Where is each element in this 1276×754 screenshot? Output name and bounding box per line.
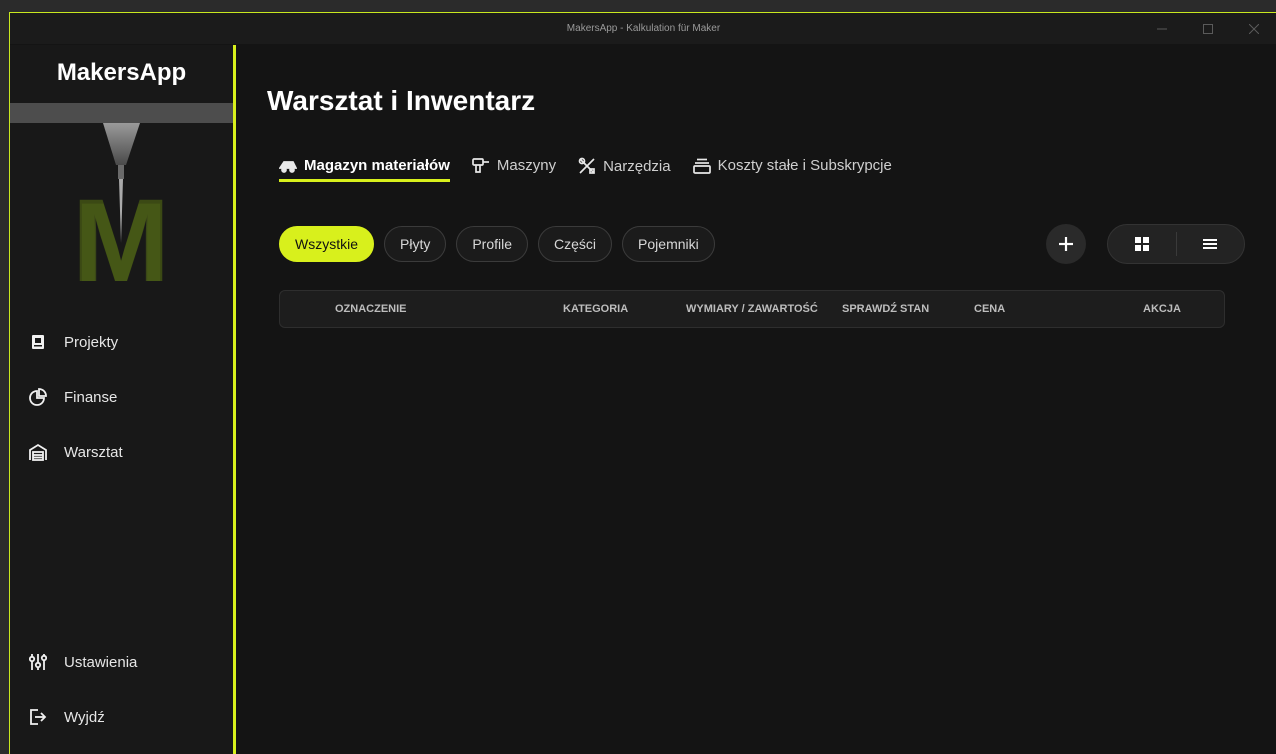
- filter-chips: Wszystkie Płyty Profile Części Pojemniki: [279, 226, 725, 262]
- brand-logo: M M: [10, 103, 233, 283]
- filter-pojemniki[interactable]: Pojemniki: [622, 226, 715, 262]
- tab-koszty[interactable]: Koszty stałe i Subskrypcje: [692, 157, 892, 182]
- drill-icon: [472, 157, 490, 174]
- filter-profile[interactable]: Profile: [456, 226, 529, 262]
- window-title: MakersApp - Kalkulation für Maker: [566, 23, 721, 34]
- title-bar[interactable]: MakersApp - Kalkulation für Maker: [10, 13, 1276, 44]
- maximize-button[interactable]: [1185, 13, 1231, 44]
- main-content: Warsztat i Inwentarz Magazyn materiałów …: [236, 45, 1276, 754]
- grid-view-button[interactable]: [1108, 225, 1176, 263]
- logout-icon: [28, 707, 48, 727]
- garage-icon: [28, 442, 48, 462]
- list-icon: [1203, 239, 1218, 249]
- minimize-icon: [1157, 28, 1167, 29]
- stack-icon: [692, 158, 711, 174]
- sidebar-item-finanse[interactable]: Finanse: [28, 385, 117, 409]
- maximize-icon: [1203, 23, 1213, 34]
- tab-label: Koszty stałe i Subskrypcje: [717, 157, 892, 174]
- sidebar-item-label: Wyjdź: [64, 708, 105, 726]
- close-button[interactable]: [1231, 13, 1276, 44]
- add-button[interactable]: [1046, 224, 1086, 264]
- sidebar-item-ustawienia[interactable]: Ustawienia: [28, 650, 137, 674]
- window-controls: [1139, 13, 1276, 44]
- column-header-akcja[interactable]: AKCJA: [1143, 291, 1181, 327]
- close-icon: [1249, 23, 1259, 34]
- tab-magazyn[interactable]: Magazyn materiałów: [279, 157, 450, 182]
- notebook-icon: [28, 332, 48, 352]
- filter-czesci[interactable]: Części: [538, 226, 613, 262]
- page-title: Warsztat i Inwentarz: [267, 85, 536, 116]
- plus-icon: [1059, 237, 1073, 251]
- tools-icon: [578, 157, 596, 175]
- sidebar-item-label: Projekty: [64, 333, 119, 351]
- sidebar-item-label: Ustawienia: [64, 653, 138, 671]
- tab-label: Maszyny: [496, 157, 557, 174]
- table-header: OZNACZENIE KATEGORIA WYMIARY / ZAWARTOŚĆ…: [279, 290, 1225, 328]
- brand-name: MakersApp: [56, 59, 187, 86]
- tab-maszyny[interactable]: Maszyny: [472, 157, 556, 182]
- column-header-kategoria[interactable]: KATEGORIA: [563, 291, 628, 327]
- tab-label: Narzędzia: [603, 157, 671, 175]
- column-header-wymiary[interactable]: WYMIARY / ZAWARTOŚĆ: [686, 291, 818, 327]
- sidebar-item-warsztat[interactable]: Warsztat: [28, 440, 123, 464]
- column-header-cena[interactable]: CENA: [974, 291, 1005, 327]
- sidebar-item-wyjdz[interactable]: Wyjdź: [28, 705, 105, 729]
- logo-letter-glow: M: [74, 180, 167, 283]
- view-toggle: [1107, 224, 1245, 264]
- sidebar: MakersApp M M Projekty Finanse Warsztat …: [10, 45, 236, 754]
- filter-plyty[interactable]: Płyty: [384, 226, 447, 262]
- sliders-icon: [28, 652, 48, 672]
- minimize-button[interactable]: [1139, 13, 1185, 44]
- sidebar-item-projekty[interactable]: Projekty: [28, 330, 118, 354]
- filter-wszystkie[interactable]: Wszystkie: [279, 226, 374, 262]
- app-window: MakersApp - Kalkulation für Maker Makers…: [9, 12, 1276, 754]
- truck-icon: [279, 159, 297, 173]
- pie-chart-icon: [28, 387, 48, 407]
- sidebar-item-label: Warsztat: [64, 443, 123, 461]
- column-header-oznaczenie[interactable]: OZNACZENIE: [335, 291, 407, 327]
- list-view-button[interactable]: [1177, 225, 1245, 263]
- sidebar-item-label: Finanse: [64, 388, 118, 406]
- tab-bar: Magazyn materiałów Maszyny Narzędzia Kos…: [279, 157, 914, 183]
- column-header-stan[interactable]: SPRAWDŹ STAN: [842, 291, 929, 327]
- tab-label: Magazyn materiałów: [304, 157, 450, 174]
- grid-icon: [1134, 237, 1149, 251]
- tab-narzedzia[interactable]: Narzędzia: [578, 157, 671, 183]
